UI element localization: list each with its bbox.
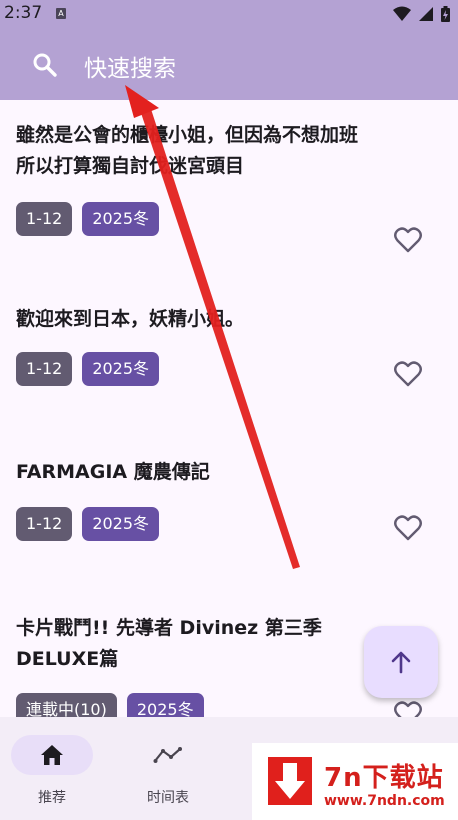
wifi-icon (393, 6, 411, 21)
status-icons (393, 5, 450, 23)
list-item[interactable]: 歡迎來到日本，妖精小姐。 1-12 2025冬 (16, 304, 436, 387)
home-icon (41, 745, 63, 765)
nav-label[interactable]: 推荐 (2, 787, 102, 807)
episodes-tag: 連載中(10) (16, 693, 117, 717)
nav-icon-container[interactable] (127, 735, 209, 775)
anime-title[interactable]: FARMAGIA 魔農傳記 (16, 457, 436, 488)
favorite-heart-icon[interactable] (394, 701, 422, 717)
search-input[interactable]: 快速搜索 (84, 49, 176, 83)
anime-title[interactable]: 雖然是公會的櫃檯小姐，但因為不想加班 所以打算獨自討伐迷宮頭目 (16, 120, 436, 182)
status-bar: 2:37 A (0, 0, 458, 28)
tag-group: 1-12 2025冬 (16, 507, 160, 541)
nav-active-indicator[interactable] (11, 735, 93, 775)
cellular-icon (419, 7, 433, 21)
anime-list[interactable]: 雖然是公會的櫃檯小姐，但因為不想加班 所以打算獨自討伐迷宮頭目 1-12 202… (0, 100, 458, 717)
episodes-tag: 1-12 (16, 202, 73, 236)
season-tag: 2025冬 (82, 507, 160, 541)
nav-label[interactable]: 时间表 (118, 787, 218, 807)
battery-icon (441, 6, 450, 22)
season-tag: 2025冬 (82, 352, 160, 386)
search-icon[interactable] (32, 52, 58, 78)
status-time: 2:37 (4, 3, 43, 23)
episodes-tag: 1-12 (16, 352, 73, 386)
watermark-title: 7n下载站 (324, 763, 444, 793)
season-tag: 2025冬 (126, 693, 204, 717)
tag-group: 1-12 2025冬 (16, 352, 160, 386)
notification-icon: A (56, 8, 66, 19)
tag-group: 連載中(10) 2025冬 (16, 693, 204, 717)
tag-group: 1-12 2025冬 (16, 202, 160, 236)
favorite-heart-icon[interactable] (394, 227, 422, 253)
watermark-url: www.7ndn.com (324, 793, 445, 809)
episodes-tag: 1-12 (16, 507, 73, 541)
watermark-logo: 7n下载站 www.7ndn.com (252, 743, 458, 820)
list-item[interactable]: FARMAGIA 魔農傳記 1-12 2025冬 (16, 457, 436, 541)
list-item[interactable]: 雖然是公會的櫃檯小姐，但因為不想加班 所以打算獨自討伐迷宮頭目 1-12 202… (16, 120, 436, 253)
scroll-to-top-button[interactable] (364, 626, 438, 698)
timeline-icon (153, 747, 182, 763)
favorite-heart-icon[interactable] (394, 515, 422, 541)
download-logo-icon (268, 757, 312, 805)
season-tag: 2025冬 (82, 202, 160, 236)
anime-title[interactable]: 歡迎來到日本，妖精小姐。 (16, 304, 436, 335)
search-bar[interactable]: 快速搜索 (0, 28, 458, 100)
favorite-heart-icon[interactable] (394, 361, 422, 387)
nav-tab-recommend[interactable]: 推荐 (2, 735, 102, 807)
nav-tab-schedule[interactable]: 时间表 (118, 735, 218, 807)
arrow-up-icon (391, 651, 411, 674)
